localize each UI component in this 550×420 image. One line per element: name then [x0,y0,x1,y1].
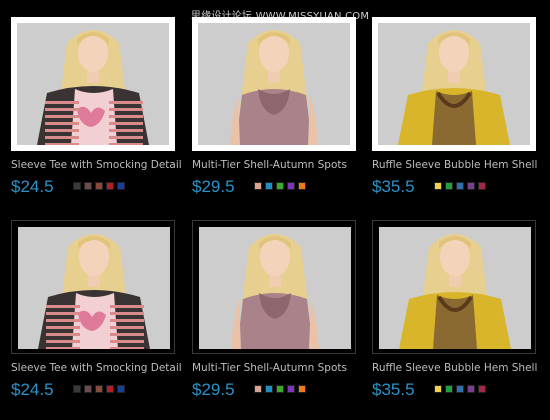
product-card[interactable]: Multi-Tier Shell-Autumn Spots $29.5 [192,220,362,420]
color-swatch[interactable] [265,385,273,393]
color-swatches [434,385,486,394]
color-swatch[interactable] [117,182,125,190]
product-price: $29.5 [192,177,235,196]
product-photo[interactable] [18,227,170,349]
color-swatch[interactable] [95,385,103,393]
product-photo[interactable] [379,227,531,349]
color-swatch[interactable] [467,385,475,393]
product-photo[interactable] [17,23,169,145]
color-swatches [73,182,125,191]
color-swatch[interactable] [276,385,284,393]
product-card[interactable]: Ruffle Sleeve Bubble Hem Shell $35.5 [372,220,542,420]
color-swatches [254,182,306,191]
color-swatch[interactable] [456,385,464,393]
product-title[interactable]: Sleeve Tee with Smocking Detail [11,362,182,374]
product-image-frame[interactable] [11,220,175,354]
product-photo[interactable] [199,227,351,349]
color-swatch[interactable] [254,385,262,393]
product-photo[interactable] [198,23,350,145]
product-title[interactable]: Multi-Tier Shell-Autumn Spots [192,159,347,171]
color-swatch[interactable] [467,182,475,190]
color-swatch[interactable] [434,385,442,393]
product-image-frame[interactable] [372,17,536,151]
product-image-frame[interactable] [11,17,175,151]
product-image-frame[interactable] [192,17,356,151]
product-card[interactable]: Multi-Tier Shell-Autumn Spots $29.5 [192,17,362,217]
product-price: $24.5 [11,177,54,196]
color-swatches [434,182,486,191]
color-swatch[interactable] [287,182,295,190]
product-price: $29.5 [192,380,235,399]
color-swatch[interactable] [95,182,103,190]
color-swatch[interactable] [73,385,81,393]
color-swatch[interactable] [106,182,114,190]
color-swatch[interactable] [445,385,453,393]
product-price: $35.5 [372,380,415,399]
product-card[interactable]: Sleeve Tee with Smocking Detail $24.5 [11,220,182,420]
color-swatch[interactable] [478,182,486,190]
color-swatch[interactable] [84,385,92,393]
color-swatch[interactable] [254,182,262,190]
product-title[interactable]: Sleeve Tee with Smocking Detail [11,159,182,171]
color-swatch[interactable] [445,182,453,190]
color-swatch[interactable] [265,182,273,190]
color-swatch[interactable] [478,385,486,393]
color-swatches [73,385,125,394]
color-swatch[interactable] [456,182,464,190]
color-swatch[interactable] [276,182,284,190]
product-image-frame[interactable] [192,220,356,354]
color-swatch[interactable] [84,182,92,190]
color-swatch[interactable] [298,182,306,190]
product-photo[interactable] [378,23,530,145]
product-title[interactable]: Ruffle Sleeve Bubble Hem Shell [372,159,537,171]
product-title[interactable]: Ruffle Sleeve Bubble Hem Shell [372,362,537,374]
color-swatch[interactable] [287,385,295,393]
product-title[interactable]: Multi-Tier Shell-Autumn Spots [192,362,347,374]
color-swatch[interactable] [117,385,125,393]
color-swatch[interactable] [106,385,114,393]
color-swatch[interactable] [73,182,81,190]
color-swatches [254,385,306,394]
color-swatch[interactable] [298,385,306,393]
product-price: $24.5 [11,380,54,399]
product-price: $35.5 [372,177,415,196]
product-image-frame[interactable] [372,220,536,354]
product-card[interactable]: Sleeve Tee with Smocking Detail $24.5 [11,17,182,217]
product-card[interactable]: Ruffle Sleeve Bubble Hem Shell $35.5 [372,17,542,217]
color-swatch[interactable] [434,182,442,190]
